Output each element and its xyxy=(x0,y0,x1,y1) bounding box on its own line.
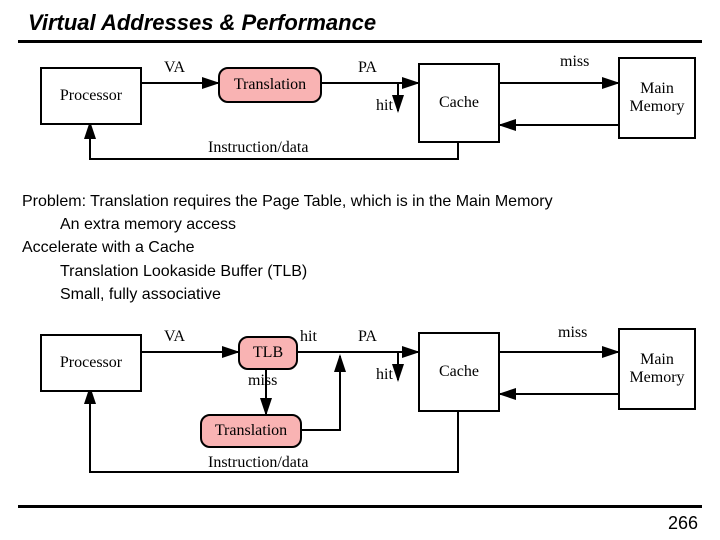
diagram-1: Processor Translation Cache Main Memory … xyxy=(0,43,720,183)
tlb-box: TLB xyxy=(238,336,298,370)
processor-box-2: Processor xyxy=(40,334,142,392)
body-line-3: Accelerate with a Cache xyxy=(22,236,553,259)
instr-data-label-2: Instruction/data xyxy=(208,454,308,472)
miss-label: miss xyxy=(560,53,589,71)
footer-rule xyxy=(18,505,702,508)
cache-box: Cache xyxy=(418,63,500,143)
diagram-2: Processor TLB Translation Cache Main Mem… xyxy=(0,316,720,516)
translation-box: Translation xyxy=(218,67,322,103)
pa-label-2: PA xyxy=(358,328,377,346)
body-text: Problem: Translation requires the Page T… xyxy=(22,190,553,306)
body-line-1: Problem: Translation requires the Page T… xyxy=(22,190,553,213)
page-title: Virtual Addresses & Performance xyxy=(0,0,720,40)
cache-box-2: Cache xyxy=(418,332,500,412)
miss-cache-label: miss xyxy=(558,324,587,342)
processor-box: Processor xyxy=(40,67,142,125)
main-memory-box-2: Main Memory xyxy=(618,328,696,410)
body-line-5: Small, fully associative xyxy=(22,283,553,306)
va-label: VA xyxy=(164,59,185,77)
translation-box-2: Translation xyxy=(200,414,302,448)
miss-tlb-label: miss xyxy=(248,372,277,390)
hit-cache-label: hit xyxy=(376,366,393,384)
instr-data-label: Instruction/data xyxy=(208,139,308,157)
pa-label: PA xyxy=(358,59,377,77)
main-memory-box: Main Memory xyxy=(618,57,696,139)
body-line-2: An extra memory access xyxy=(22,213,553,236)
page-number: 266 xyxy=(668,513,698,534)
hit-tlb-label: hit xyxy=(300,328,317,346)
body-line-4: Translation Lookaside Buffer (TLB) xyxy=(22,260,553,283)
va-label-2: VA xyxy=(164,328,185,346)
hit-label: hit xyxy=(376,97,393,115)
